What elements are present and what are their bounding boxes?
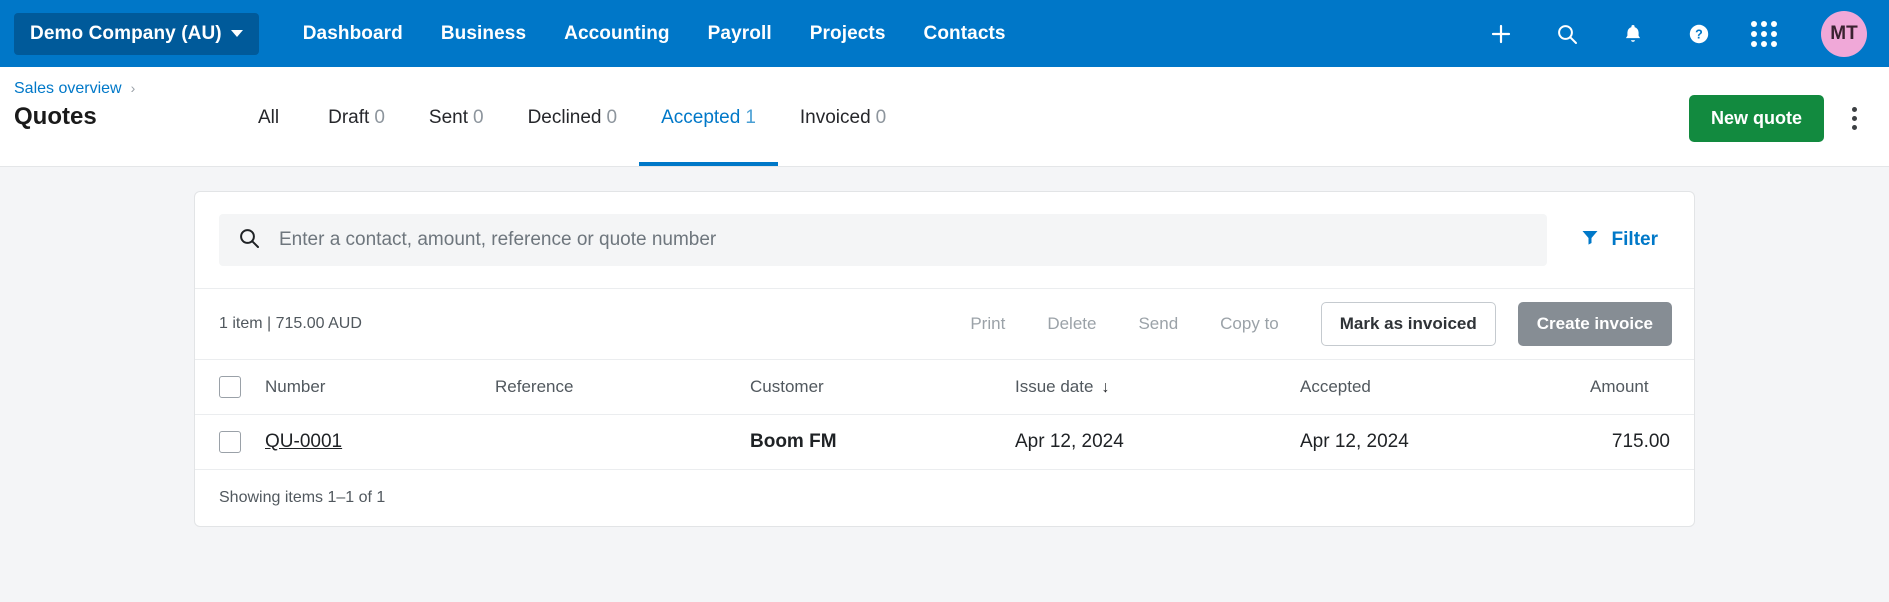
cell-number: QU-0001 <box>257 414 487 470</box>
apps-grid-icon[interactable] <box>1751 20 1777 47</box>
column-header-accepted[interactable]: Accepted <box>1292 359 1582 415</box>
tab-accepted-count: 1 <box>745 107 756 128</box>
selection-summary: 1 item | 715.00 AUD <box>219 315 362 332</box>
page-body: Filter 1 item | 715.00 AUD Print Delete … <box>0 167 1889 527</box>
tab-invoiced-label: Invoiced <box>799 107 871 128</box>
quote-number-link[interactable]: QU-0001 <box>265 431 342 452</box>
tab-sent-label: Sent <box>428 107 468 128</box>
tab-declined[interactable]: Declined 0 <box>506 67 640 166</box>
cell-amount: 715.00 <box>1582 414 1694 470</box>
tab-declined-count: 0 <box>606 107 618 128</box>
cell-accepted-date: Apr 12, 2024 <box>1292 414 1582 470</box>
quotes-table-body: QU-0001 Boom FM Apr 12, 2024 Apr 12, 202… <box>195 414 1694 470</box>
nav-item-accounting[interactable]: Accounting <box>564 23 670 45</box>
org-selector[interactable]: Demo Company (AU) <box>14 12 259 55</box>
column-header-reference[interactable]: Reference <box>487 359 742 415</box>
search-row: Filter <box>195 192 1694 288</box>
avatar-initials: MT <box>1830 22 1858 44</box>
column-header-customer[interactable]: Customer <box>742 359 1007 415</box>
page-title: Quotes <box>14 103 97 131</box>
subheader-actions: New quote <box>1688 67 1867 142</box>
nav-item-projects[interactable]: Projects <box>810 23 886 45</box>
tab-declined-label: Declined <box>527 107 602 128</box>
tab-draft[interactable]: Draft 0 <box>306 67 407 166</box>
more-options-icon[interactable] <box>1842 101 1867 136</box>
filter-button-label: Filter <box>1611 229 1658 250</box>
tab-all-label: All <box>258 107 280 128</box>
nav-item-payroll[interactable]: Payroll <box>708 23 772 45</box>
new-quote-button[interactable]: New quote <box>1688 95 1824 142</box>
svg-text:?: ? <box>1695 27 1703 41</box>
top-nav-actions: ? MT <box>1487 10 1867 57</box>
help-icon[interactable]: ? <box>1685 20 1713 48</box>
nav-item-contacts[interactable]: Contacts <box>924 23 1006 45</box>
avatar[interactable]: MT <box>1821 10 1867 57</box>
tab-accepted[interactable]: Accepted 1 <box>639 67 778 166</box>
table-row[interactable]: QU-0001 Boom FM Apr 12, 2024 Apr 12, 202… <box>195 414 1694 470</box>
select-all-checkbox[interactable] <box>219 376 241 398</box>
toolbar-action-group: Print Delete Send Copy to Mark as invoic… <box>954 302 1672 346</box>
nav-item-dashboard[interactable]: Dashboard <box>303 23 403 45</box>
quotes-card: Filter 1 item | 715.00 AUD Print Delete … <box>194 191 1695 527</box>
org-selector-label: Demo Company (AU) <box>30 22 222 44</box>
column-header-issue-date-label: Issue date <box>1015 377 1094 396</box>
column-header-number[interactable]: Number <box>257 359 487 415</box>
cell-issue-date: Apr 12, 2024 <box>1007 414 1292 470</box>
column-header-issue-date[interactable]: Issue date ↓ <box>1007 359 1292 415</box>
plus-icon[interactable] <box>1487 20 1515 48</box>
tab-invoiced[interactable]: Invoiced 0 <box>778 67 908 166</box>
mark-as-invoiced-button[interactable]: Mark as invoiced <box>1320 302 1496 346</box>
send-button[interactable]: Send <box>1122 305 1194 343</box>
chevron-down-icon <box>230 30 243 37</box>
create-invoice-button[interactable]: Create invoice <box>1517 302 1672 346</box>
breadcrumb[interactable]: Sales overview › <box>14 79 224 98</box>
bell-icon[interactable] <box>1619 20 1647 48</box>
row-select-cell <box>195 414 257 470</box>
cell-reference <box>487 414 742 470</box>
search-icon <box>237 226 261 255</box>
page-title-block: Sales overview › Quotes <box>14 67 224 132</box>
copy-to-button[interactable]: Copy to <box>1204 305 1295 343</box>
search-field-wrapper[interactable] <box>219 214 1547 266</box>
print-button[interactable]: Print <box>954 305 1021 343</box>
top-navigation-bar: Demo Company (AU) Dashboard Business Acc… <box>0 0 1889 67</box>
tab-all[interactable]: All <box>236 67 306 166</box>
column-header-amount[interactable]: Amount <box>1582 359 1694 415</box>
filter-button[interactable]: Filter <box>1569 222 1670 258</box>
delete-button[interactable]: Delete <box>1031 305 1112 343</box>
pagination-summary: Showing items 1–1 of 1 <box>219 489 386 506</box>
row-checkbox[interactable] <box>219 431 241 453</box>
tab-sent-count: 0 <box>472 107 484 128</box>
tab-draft-label: Draft <box>328 107 370 128</box>
tab-accepted-label: Accepted <box>661 107 741 128</box>
breadcrumb-link-sales-overview[interactable]: Sales overview <box>14 79 122 98</box>
status-tabs: All Draft 0 Sent 0 Declined 0 Accepted 1 Inv… <box>236 67 908 166</box>
tab-invoiced-count: 0 <box>875 107 887 128</box>
search-input[interactable] <box>277 228 1529 252</box>
nav-item-business[interactable]: Business <box>441 23 526 45</box>
table-header-row: Number Reference Customer Issue date ↓ Ac… <box>195 359 1694 415</box>
cell-customer: Boom FM <box>742 414 1007 470</box>
bulk-actions-toolbar: 1 item | 715.00 AUD Print Delete Send Co… <box>195 288 1694 359</box>
chevron-right-icon: › <box>130 80 136 97</box>
filter-funnel-icon <box>1581 228 1599 252</box>
tab-sent[interactable]: Sent 0 <box>407 67 506 166</box>
sort-descending-icon: ↓ <box>1101 379 1110 396</box>
select-all-header <box>195 359 257 415</box>
search-icon[interactable] <box>1553 20 1581 48</box>
quotes-table-head: Number Reference Customer Issue date ↓ Ac… <box>195 359 1694 415</box>
quotes-table: Number Reference Customer Issue date ↓ Ac… <box>195 359 1694 470</box>
main-nav-links: Dashboard Business Accounting Payroll Pr… <box>303 23 1006 45</box>
tab-draft-count: 0 <box>374 107 385 128</box>
page-subheader: Sales overview › Quotes All Draft 0 Sent 0… <box>0 67 1889 167</box>
